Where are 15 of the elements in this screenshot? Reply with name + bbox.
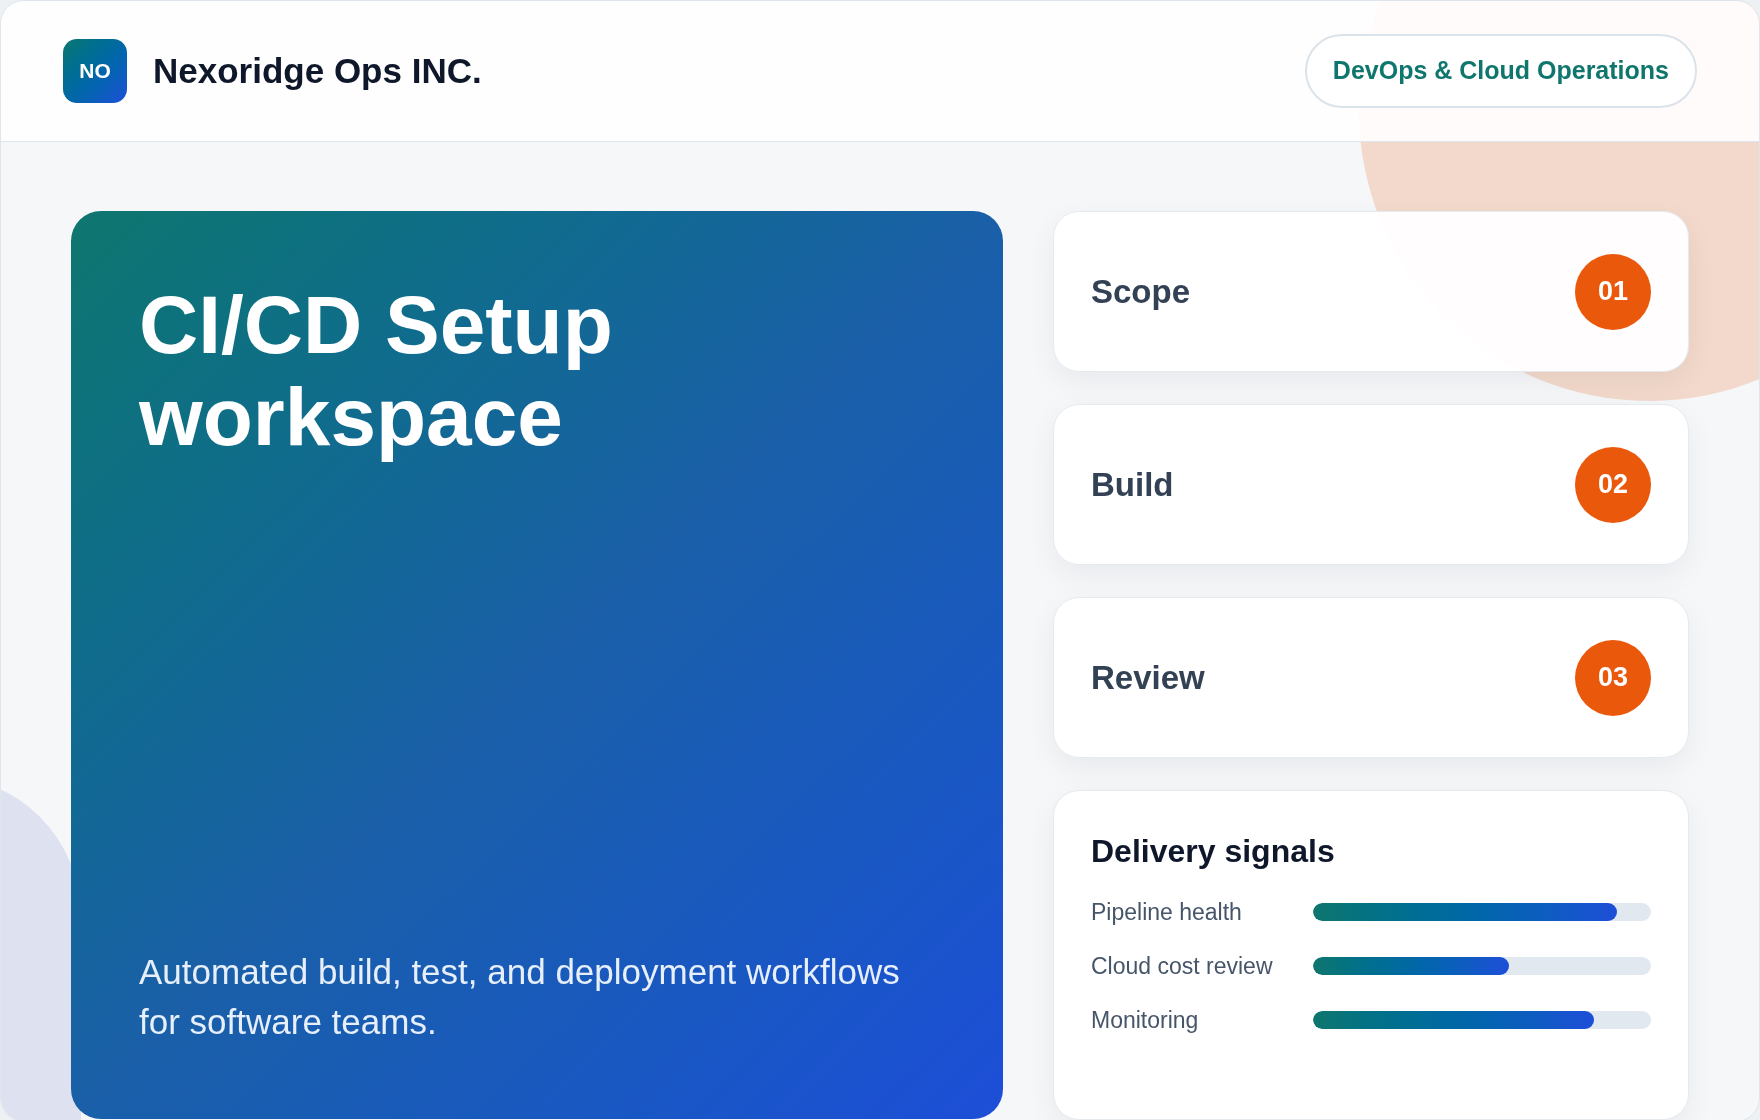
hero-title: CI/CD Setup workspace xyxy=(139,279,614,463)
signal-label: Monitoring xyxy=(1091,1006,1200,1035)
brand-logo: NO xyxy=(63,39,127,103)
step-label: Scope xyxy=(1091,271,1191,312)
step-number: 01 xyxy=(1575,253,1651,330)
step-number: 03 xyxy=(1575,639,1651,716)
step-label: Review xyxy=(1091,657,1205,698)
category-badge: DevOps & Cloud Operations xyxy=(1304,34,1697,108)
signal-label: Pipeline health xyxy=(1091,898,1243,927)
hero-subtitle: Automated build, test, and deployment workflows for software teams. xyxy=(139,951,901,1043)
step-label: Build xyxy=(1091,464,1174,505)
signals-title: Delivery signals xyxy=(1091,832,1336,871)
step-number: 02 xyxy=(1575,446,1651,523)
signal-label: Cloud cost review xyxy=(1091,952,1274,981)
company-name: Nexoridge Ops INC. xyxy=(153,49,482,92)
